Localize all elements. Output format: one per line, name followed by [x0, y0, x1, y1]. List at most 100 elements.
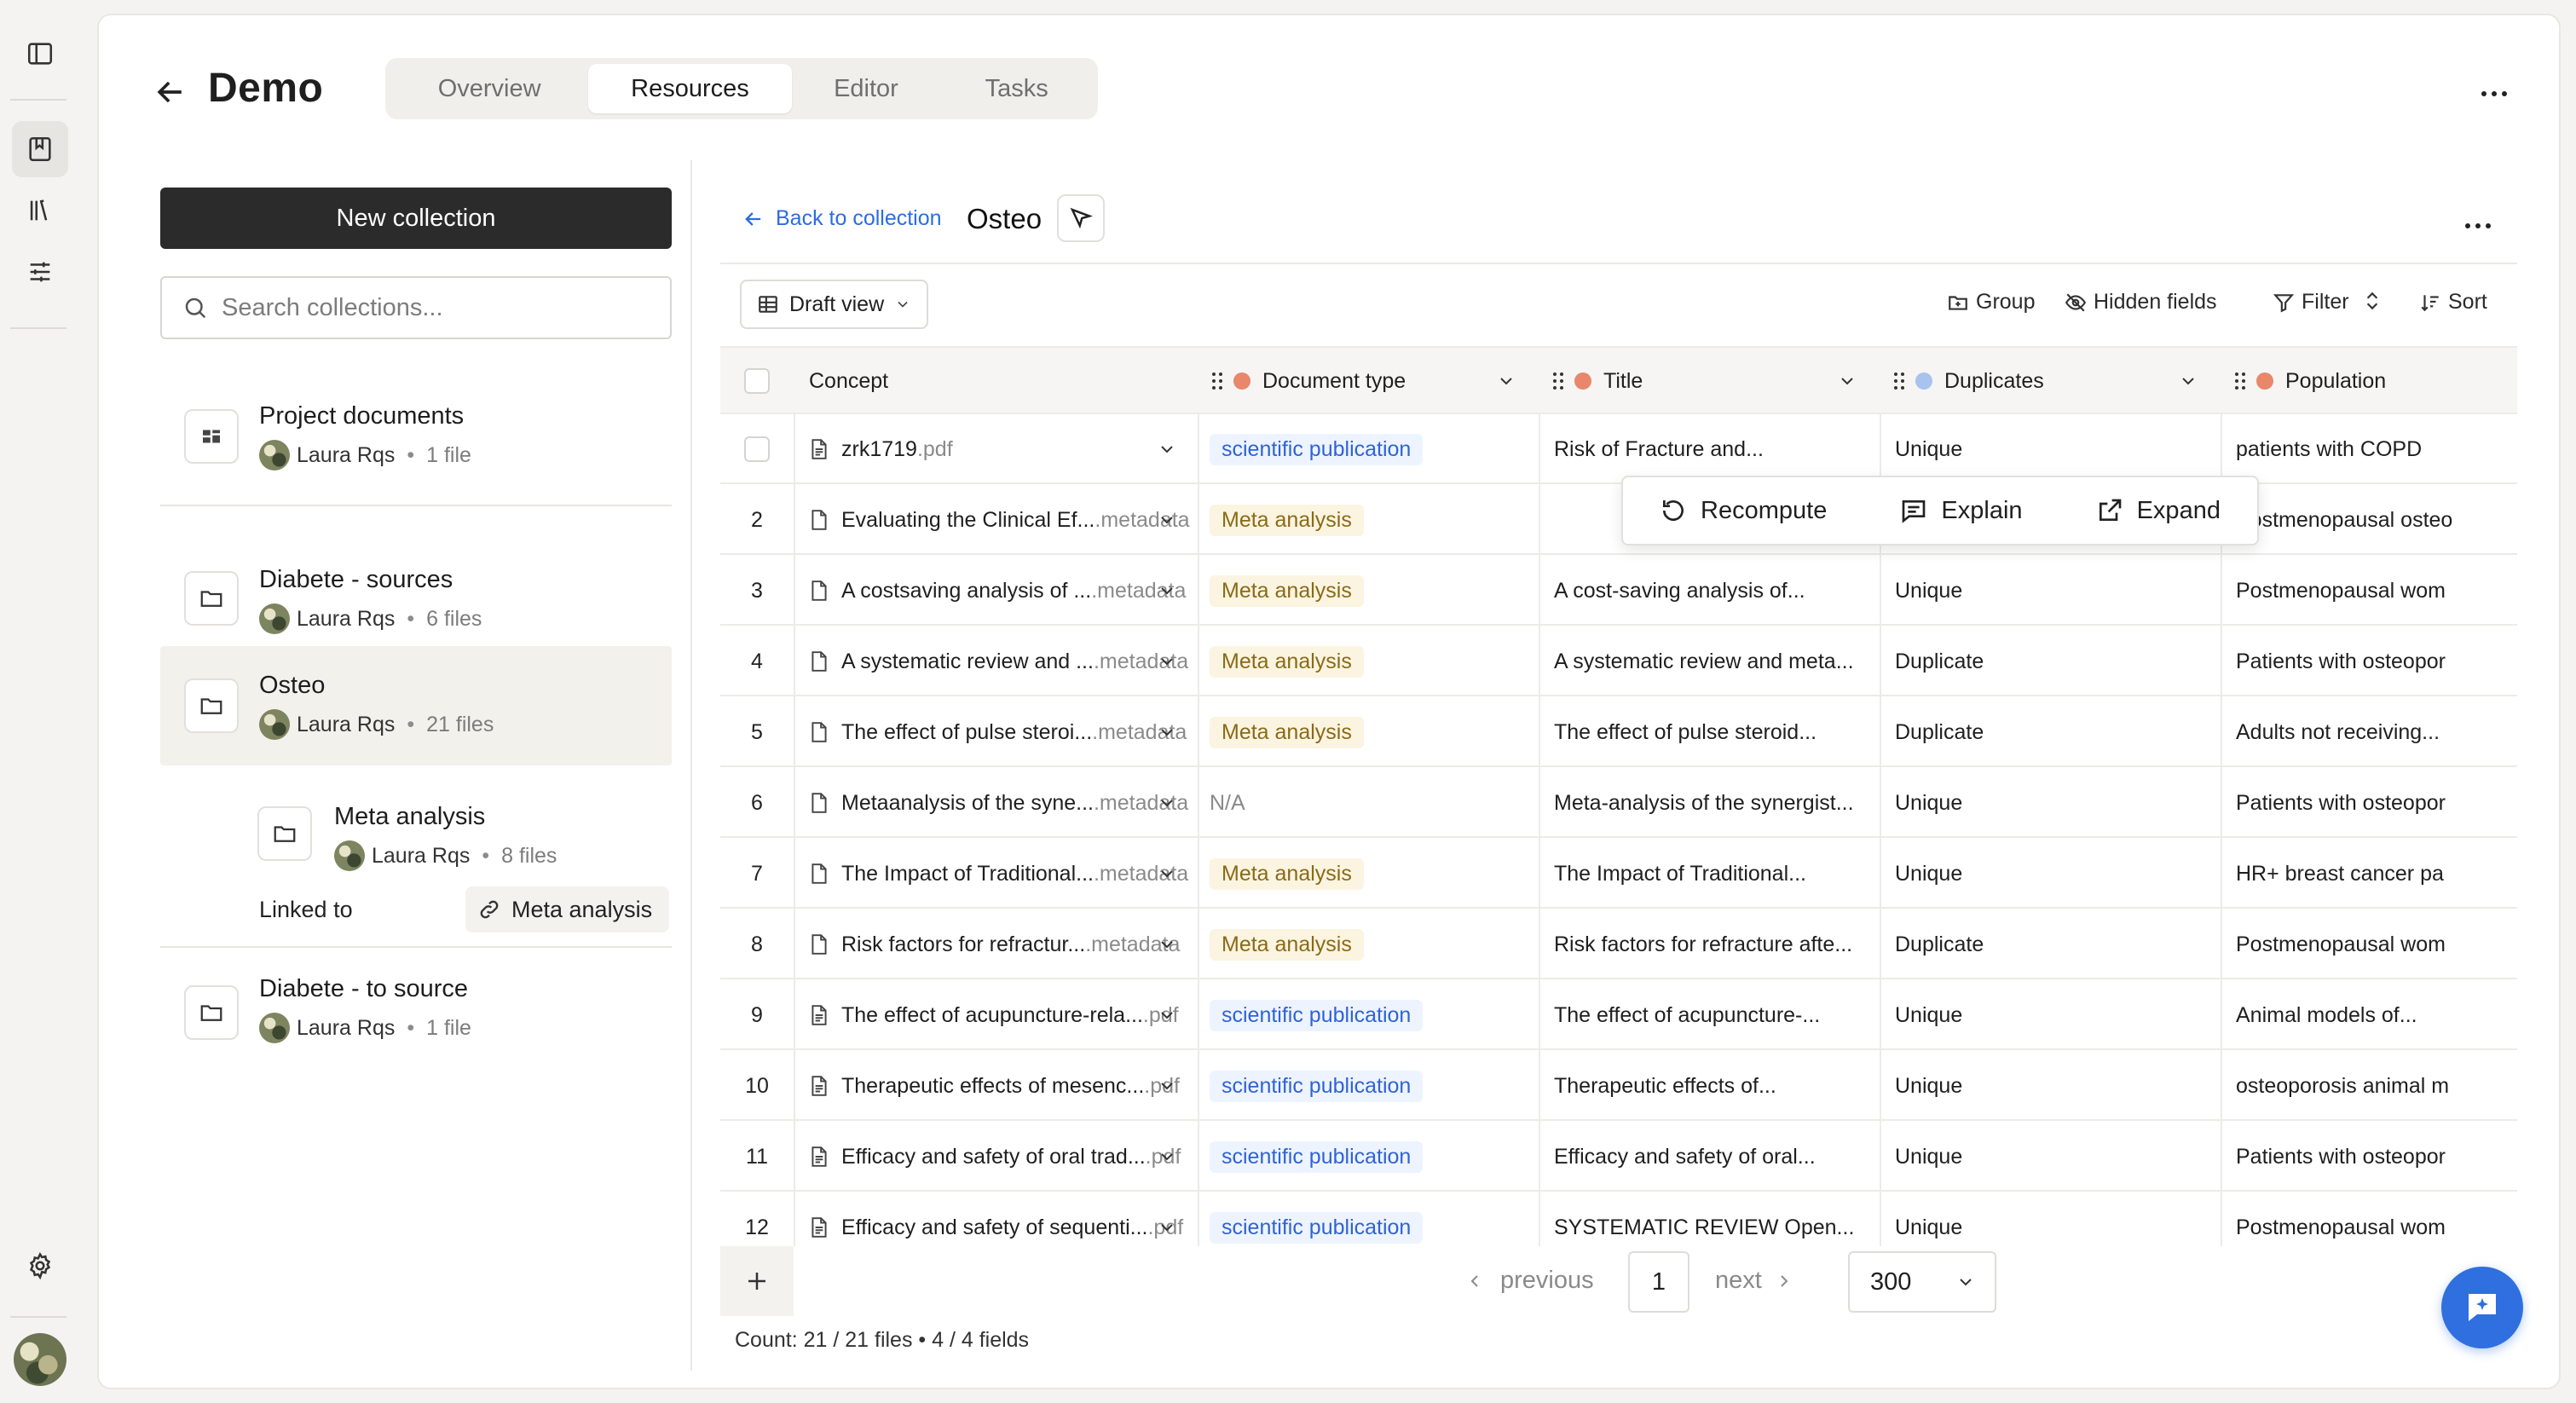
drag-handle-icon[interactable] [2234, 371, 2246, 391]
view-selector[interactable]: Draft view [740, 280, 929, 329]
duplicates-cell[interactable]: Unique [1895, 1194, 2215, 1246]
concept-cell[interactable]: Risk factors for refractur... .metadata [809, 911, 1191, 978]
chevron-down-icon[interactable] [1157, 863, 1177, 884]
drag-handle-icon[interactable] [1893, 371, 1905, 391]
duplicates-cell[interactable]: Unique [1895, 770, 2215, 836]
column-header-duplicates[interactable]: Duplicates [1893, 348, 2214, 414]
table-row[interactable]: zrk1719 .pdf scientific publication Risk of… [720, 416, 2517, 484]
table-row[interactable]: 8 Risk factors for refractur... .metadata M… [720, 911, 2517, 979]
next-page-button[interactable]: next [1715, 1267, 1794, 1295]
title-cell[interactable]: The Impact of Traditional... [1554, 840, 1874, 907]
linked-collection-chip[interactable]: Meta analysis [465, 886, 670, 932]
add-row-button[interactable] [720, 1246, 794, 1316]
table-row[interactable]: 6 Metaanalysis of the syne... .metadata N/A… [720, 770, 2517, 838]
table-row[interactable]: 9 The effect of acupuncture-rela... .pdf sc… [720, 982, 2517, 1050]
concept-cell[interactable]: The effect of acupuncture-rela... .pdf [809, 982, 1191, 1048]
sort-button[interactable]: Sort [2419, 290, 2487, 315]
bookmark-icon[interactable] [12, 121, 68, 177]
chevron-down-icon[interactable] [1157, 793, 1177, 813]
chevron-down-icon[interactable] [2178, 371, 2198, 391]
concept-cell[interactable]: Therapeutic effects of mesenc... .pdf [809, 1053, 1191, 1119]
population-cell[interactable]: Patients with osteopor [2236, 1123, 2517, 1190]
expand-button[interactable]: Expand [2096, 497, 2221, 525]
explain-button[interactable]: Explain [1900, 497, 2023, 525]
back-arrow-icon[interactable] [152, 73, 189, 111]
duplicates-cell[interactable]: Duplicate [1895, 699, 2215, 765]
document-type-cell[interactable]: Meta analysis [1210, 628, 1533, 695]
title-cell[interactable]: Therapeutic effects of... [1554, 1053, 1874, 1119]
chevron-down-icon[interactable] [1157, 1005, 1177, 1025]
hidden-fields-button[interactable]: Hidden fields [2065, 290, 2217, 315]
population-cell[interactable]: Postmenopausal wom [2236, 557, 2517, 624]
back-to-collection-link[interactable]: Back to collection [742, 206, 942, 231]
tab-editor[interactable]: Editor [792, 64, 941, 113]
drag-handle-icon[interactable] [1552, 371, 1564, 391]
row-checkbox[interactable] [744, 436, 770, 462]
title-cell[interactable]: A cost-saving analysis of... [1554, 557, 1874, 624]
title-cell[interactable]: Risk of Fracture and... [1554, 416, 1874, 482]
drag-handle-icon[interactable] [1211, 371, 1223, 391]
population-cell[interactable]: patients with COPD [2236, 416, 2517, 482]
duplicates-cell[interactable]: Unique [1895, 1123, 2215, 1190]
chevron-down-icon[interactable] [1496, 371, 1516, 391]
table-row[interactable]: 10 Therapeutic effects of mesenc... .pdf sc… [720, 1053, 2517, 1121]
tab-resources[interactable]: Resources [588, 64, 792, 113]
chevron-down-icon[interactable] [1157, 1146, 1177, 1167]
concept-cell[interactable]: A systematic review and ... .metadata [809, 628, 1191, 695]
title-cell[interactable]: The effect of pulse steroid... [1554, 699, 1874, 765]
page-size-select[interactable]: 300 [1848, 1251, 1996, 1313]
chevron-down-icon[interactable] [1157, 1217, 1177, 1238]
collection-meta-analysis[interactable]: Meta analysis Laura Rqs • 8 files Linked… [235, 782, 672, 936]
table-row[interactable]: 11 Efficacy and safety of oral trad... .pd… [720, 1123, 2517, 1192]
chevron-down-icon[interactable] [1157, 722, 1177, 742]
duplicates-cell[interactable]: Duplicate [1895, 628, 2215, 695]
population-cell[interactable]: Patients with osteopor [2236, 628, 2517, 695]
tab-overview[interactable]: Overview [390, 64, 588, 113]
concept-cell[interactable]: A costsaving analysis of ... .metadata [809, 557, 1191, 624]
settings-icon[interactable] [12, 1238, 68, 1294]
population-cell[interactable]: Postmenopausal wom [2236, 1194, 2517, 1246]
concept-cell[interactable]: The Impact of Traditional... .metadata [809, 840, 1191, 907]
title-cell[interactable]: Meta-analysis of the synergist... [1554, 770, 1874, 836]
table-row[interactable]: 3 A costsaving analysis of ... .metadata Me… [720, 557, 2517, 626]
chat-button[interactable] [2441, 1267, 2523, 1348]
document-type-cell[interactable]: Meta analysis [1210, 487, 1533, 553]
collection-osteo[interactable]: Osteo Laura Rqs • 21 files [160, 646, 672, 765]
navigate-button[interactable] [1057, 194, 1105, 242]
group-button[interactable]: Group [1947, 290, 2035, 315]
collection-diabete-to-source[interactable]: Diabete - to source Laura Rqs • 1 file [160, 958, 672, 1069]
chevron-down-icon[interactable] [1157, 651, 1177, 672]
table-row[interactable]: 5 The effect of pulse steroi... .metadata M… [720, 699, 2517, 767]
more-options-icon[interactable] [2477, 85, 2511, 102]
chevron-down-icon[interactable] [1837, 371, 1857, 391]
title-cell[interactable]: Risk factors for refracture afte... [1554, 911, 1874, 978]
table-row[interactable]: 4 A systematic review and ... .metadata Met… [720, 628, 2517, 696]
new-collection-button[interactable]: New collection [160, 188, 672, 249]
chevron-down-icon[interactable] [1157, 934, 1177, 955]
title-cell[interactable]: A systematic review and meta... [1554, 628, 1874, 695]
chevron-down-icon[interactable] [1157, 1076, 1177, 1096]
concept-cell[interactable]: Efficacy and safety of sequenti... .pdf [809, 1194, 1191, 1246]
population-cell[interactable]: osteoporosis animal m [2236, 1053, 2517, 1119]
population-cell[interactable]: Animal models of... [2236, 982, 2517, 1048]
library-icon[interactable] [12, 182, 68, 239]
population-cell[interactable]: Postmenopausal osteo [2236, 487, 2517, 553]
filter-button[interactable]: Filter [2273, 290, 2349, 315]
title-cell[interactable]: SYSTEMATIC REVIEW Open... [1554, 1194, 1874, 1246]
sidebar-toggle-icon[interactable] [12, 26, 68, 82]
concept-cell[interactable]: zrk1719 .pdf [809, 416, 1191, 482]
concept-cell[interactable]: The effect of pulse steroi... .metadata [809, 699, 1191, 765]
document-type-cell[interactable]: N/A [1210, 770, 1533, 836]
concept-cell[interactable]: Efficacy and safety of oral trad... .pdf [809, 1123, 1191, 1190]
row-select-cell[interactable] [720, 416, 794, 482]
document-type-cell[interactable]: scientific publication [1210, 416, 1533, 482]
row-height-button[interactable] [2361, 290, 2390, 312]
more-options-icon[interactable] [2463, 220, 2492, 232]
chevron-down-icon[interactable] [1157, 510, 1177, 530]
table-row[interactable]: 7 The Impact of Traditional... .metadata Me… [720, 840, 2517, 909]
concept-cell[interactable]: Evaluating the Clinical Ef... .metadata [809, 487, 1191, 553]
select-all-cell[interactable] [720, 348, 794, 414]
chevron-down-icon[interactable] [1157, 439, 1177, 459]
duplicates-cell[interactable]: Unique [1895, 1053, 2215, 1119]
tab-tasks[interactable]: Tasks [940, 64, 1093, 113]
